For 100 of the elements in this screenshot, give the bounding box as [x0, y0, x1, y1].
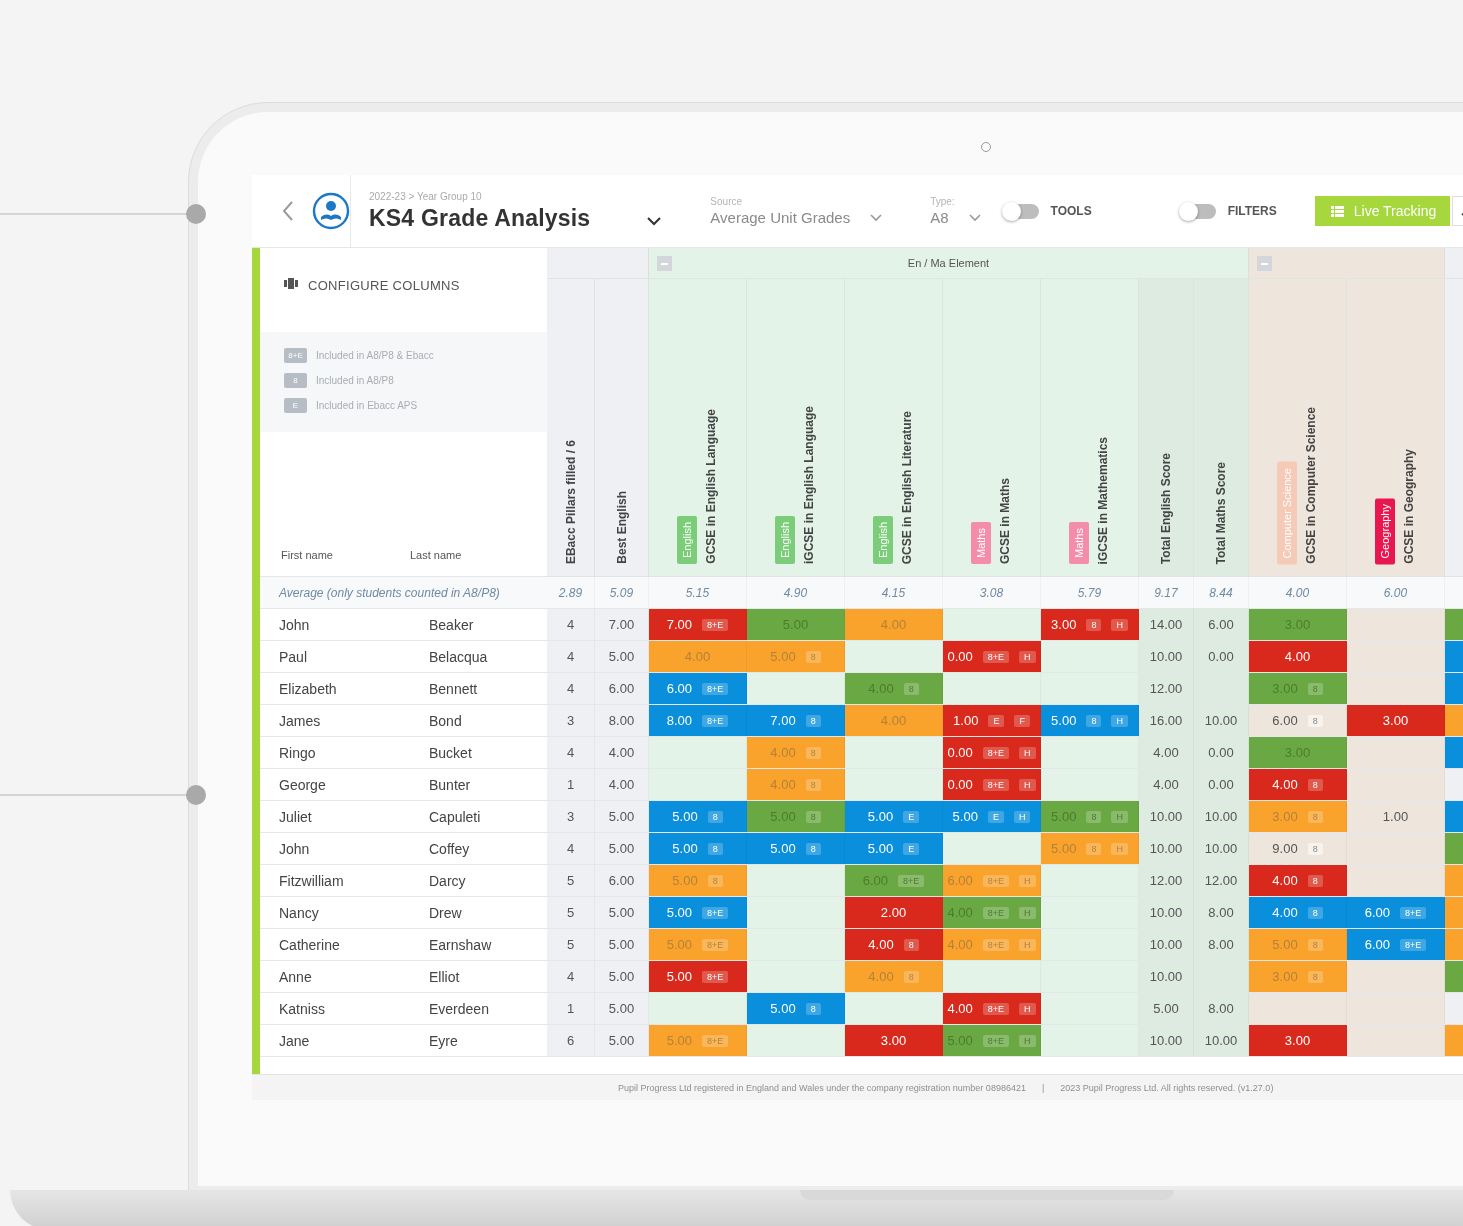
collapse-button[interactable] [1257, 256, 1272, 271]
table-cell: 16.00 [1139, 705, 1194, 736]
inclusion-badge: 8 [805, 842, 821, 855]
toggle-switch[interactable] [1002, 203, 1039, 219]
table-cell: 12.00 [1139, 865, 1194, 896]
type-dropdown[interactable]: A8 [930, 209, 949, 226]
legend-text: Included in A8/P8 & Ebacc [316, 350, 434, 361]
inclusion-badge: 8+E [702, 682, 729, 695]
table-cell: 10.00 [1139, 961, 1194, 992]
table-cell: 12.00 [1139, 673, 1194, 704]
grade-value: 5.00 [867, 841, 894, 856]
table-cell: 5 [547, 929, 595, 960]
average-value: 3.08 [943, 577, 1041, 608]
average-value: 5.15 [649, 577, 747, 608]
grade-value: 6.00 [1364, 937, 1390, 952]
grade-value: 3.00 [1272, 809, 1298, 824]
first-name: Jane [278, 1032, 311, 1049]
grade-cell: 3.00 [845, 1025, 943, 1056]
grade-value: 5.00 [952, 809, 978, 824]
inclusion-badge: 8+E [982, 778, 1010, 791]
table-cell: 4.00 [595, 769, 649, 800]
table-cell: 10.00 [1139, 641, 1194, 672]
inclusion-badge: E [903, 842, 920, 855]
table-cell: 10.00 [1194, 1025, 1249, 1056]
chevron-down-icon[interactable] [646, 215, 663, 226]
last-name: Drew [428, 904, 463, 921]
column-header[interactable]: EBacc Pillars filled / 6 [563, 439, 578, 564]
inclusion-badge: 8 [1307, 810, 1323, 823]
grade-value: 5.00 [672, 873, 698, 888]
first-name: Katniss [278, 1000, 326, 1017]
average-value: 4.00 [1249, 577, 1347, 608]
table-cell: 4 [547, 737, 595, 768]
grade-value: 5.00 [867, 809, 894, 824]
first-name: Catherine [278, 936, 341, 953]
grade-value: 4.00 [1272, 873, 1298, 888]
inclusion-badge: 8 [1307, 874, 1323, 887]
table-cell: 6.00 [595, 865, 649, 896]
inclusion-badge: 8+E [702, 938, 729, 951]
last-name: Eyre [428, 1032, 459, 1049]
table-cell: 4 [547, 673, 595, 704]
column-header[interactable]: Best English [614, 491, 629, 564]
average-value: 8.44 [1194, 577, 1249, 608]
group-title: En / Ma Element [907, 257, 990, 269]
last-name: Bennett [428, 680, 479, 697]
inclusion-badge: 8 [1307, 842, 1323, 855]
last-name: Bunter [428, 776, 472, 793]
grade-cell: 2.00 [845, 897, 943, 928]
inclusion-badge: H [1111, 842, 1128, 855]
table-cell: 5.00 [595, 1025, 649, 1056]
column-header[interactable]: Total Maths Score [1214, 461, 1228, 564]
column-header[interactable]: GCSE in Computer Science [1304, 407, 1318, 564]
column-header[interactable]: GCSE in English Language [704, 409, 718, 564]
page-title: KS4 Grade Analysis [369, 204, 591, 232]
grade-value: 7.00 [770, 713, 796, 728]
table-cell: 5.00 [595, 993, 649, 1024]
inclusion-badge: 8 [1307, 970, 1323, 983]
last-name: Everdeen [428, 1000, 490, 1017]
first-name: Nancy [278, 904, 320, 921]
inclusion-badge: 8 [805, 714, 821, 727]
table-cell: 0.00 [1194, 737, 1249, 768]
configure-columns-link[interactable]: CONFIGURE COLUMNS [308, 278, 460, 293]
column-header[interactable]: GCSE in Geography [1402, 449, 1416, 564]
first-name: Anne [278, 968, 313, 985]
toggle-switch[interactable] [1179, 203, 1216, 219]
inclusion-badge: 8 [805, 1002, 821, 1015]
table-cell: 4 [547, 961, 595, 992]
grade-value: 5.00 [1051, 841, 1077, 856]
toggle-label: FILTERS [1227, 204, 1277, 218]
inclusion-badge: 8 [707, 842, 723, 855]
first-name: Fitzwilliam [278, 872, 345, 889]
average-value: 2.89 [547, 577, 595, 608]
column-header[interactable]: First name [281, 549, 410, 561]
grade-value: 4.00 [868, 969, 894, 984]
subject-tag: English [677, 515, 697, 564]
inclusion-badge: 8+E [982, 650, 1010, 663]
grade-value: 5.00 [672, 809, 698, 824]
inclusion-badge: 8+E [702, 970, 729, 983]
column-header[interactable]: iGCSE in Mathematics [1096, 436, 1110, 564]
column-header[interactable]: GCSE in Maths [998, 478, 1012, 564]
last-name: Darcy [428, 872, 467, 889]
grade-value: 1.00 [953, 713, 979, 728]
grade-value: 4.00 [1272, 777, 1298, 792]
table-cell: 0.00 [1194, 769, 1249, 800]
footer-text: | [1041, 1082, 1045, 1093]
column-header[interactable]: Last name [410, 549, 547, 561]
table-cell: 8.00 [1194, 929, 1249, 960]
table-cell: 6 [547, 1025, 595, 1056]
column-header[interactable]: Total English Score [1159, 452, 1173, 564]
table-cell: 5.00 [595, 641, 649, 672]
column-header[interactable]: iGCSE in English Language [802, 406, 816, 564]
collapse-button[interactable] [657, 256, 672, 271]
grade-value: 6.00 [1272, 713, 1298, 728]
column-header[interactable]: GCSE in English Literature [900, 410, 914, 564]
inclusion-badge: H [1019, 778, 1036, 791]
avatar-icon[interactable] [312, 192, 350, 230]
inclusion-badge: 8+E [702, 906, 729, 919]
grade-value: 7.00 [666, 617, 692, 632]
back-icon[interactable] [282, 200, 294, 222]
subject-tag: Maths [1069, 522, 1089, 564]
source-dropdown[interactable]: Average Unit Grades [710, 209, 851, 226]
